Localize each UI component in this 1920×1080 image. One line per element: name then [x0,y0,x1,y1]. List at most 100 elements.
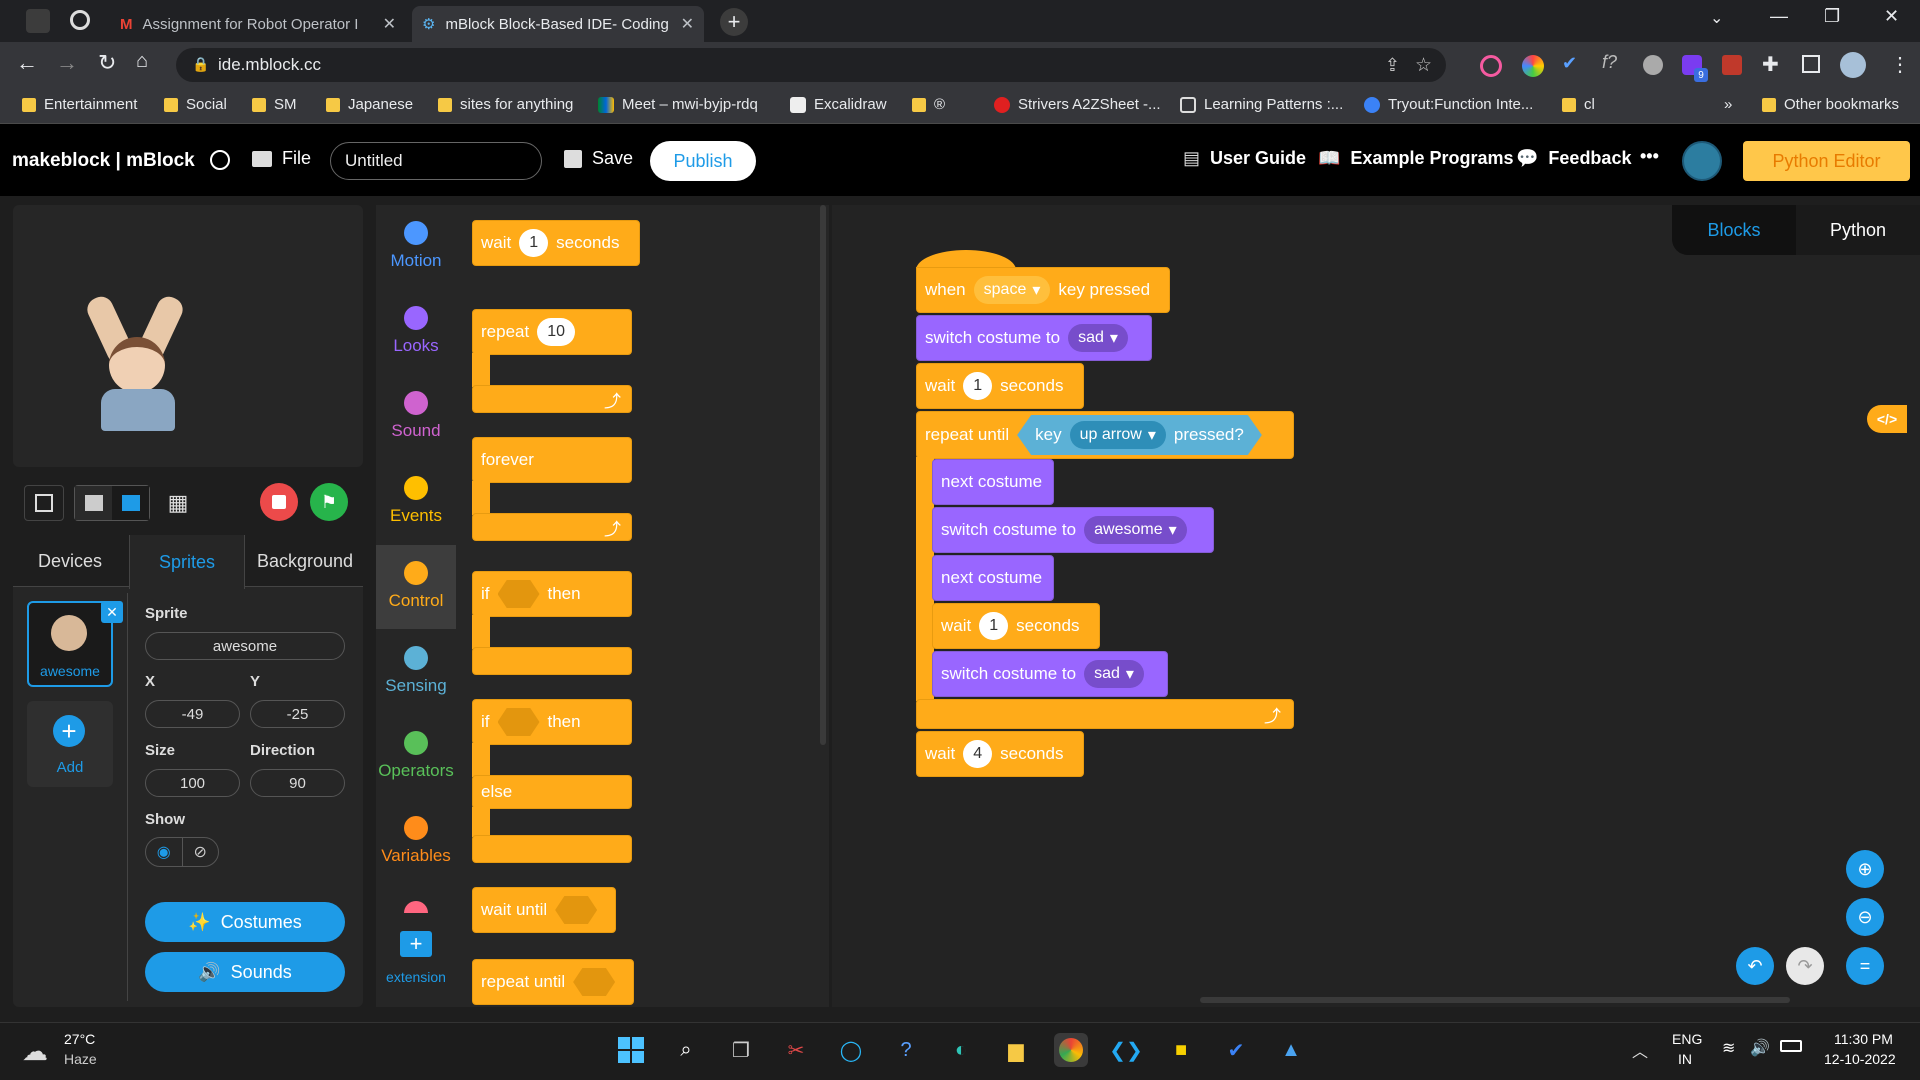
large-stage-icon[interactable] [112,486,149,520]
wifi-icon[interactable]: ≋ [1722,1038,1735,1058]
bookmark-item[interactable]: cl [1562,96,1595,113]
category-control[interactable]: Control [376,561,456,611]
tab-devices[interactable]: Devices [13,535,127,587]
brand-logo[interactable]: makeblock | mBlock [12,150,195,172]
robot-avatar[interactable] [1682,141,1722,181]
green-flag-button[interactable]: ⚑ [310,483,348,521]
menu-icon[interactable]: ⋮ [1890,52,1910,77]
x-input[interactable]: -49 [145,700,240,728]
grid-icon[interactable]: ▦ [160,485,196,521]
eye-off-icon[interactable]: ⊘ [183,838,219,866]
close-icon[interactable]: ✕ [681,14,694,34]
palette-forever-block[interactable]: forever [472,437,632,483]
share-icon[interactable]: ⇪ [1385,55,1400,76]
zoom-in-button[interactable]: ⊕ [1846,850,1884,888]
other-bookmarks[interactable]: Other bookmarks [1762,96,1899,113]
extension-icon[interactable] [1480,55,1502,77]
category-sound[interactable]: Sound [376,391,456,441]
search-icon[interactable]: ⌕ [669,1033,703,1067]
bookmark-item[interactable]: SM [252,96,297,113]
size-input[interactable]: 100 [145,769,240,797]
bookmark-item[interactable]: Meet – mwi-byjp-rdq [598,96,758,113]
extension-icon[interactable] [1722,55,1742,75]
python-editor-button[interactable]: Python Editor [1743,141,1910,181]
back-icon[interactable]: ← [16,50,38,76]
photos-icon[interactable]: ▲ [1274,1033,1308,1067]
tab-python[interactable]: Python [1796,205,1920,255]
start-icon[interactable] [614,1033,648,1067]
wait-input[interactable]: 1 [519,229,549,257]
sprite-image[interactable] [83,292,195,435]
costume-dropdown[interactable]: sad ▾ [1068,324,1128,352]
tab-gmail[interactable]: M Assignment for Robot Operator I ✕ [110,6,406,42]
stop-button[interactable] [260,483,298,521]
sticky-notes-icon[interactable]: ■ [1164,1033,1198,1067]
repeat-input[interactable]: 10 [537,318,575,346]
palette-scrollbar[interactable] [820,205,826,745]
zoom-reset-button[interactable]: = [1846,947,1884,985]
clock-time[interactable]: 11:30 PM [1834,1031,1893,1047]
condition-slot[interactable] [555,896,598,924]
publish-button[interactable]: Publish [650,141,756,181]
show-hidden-icons[interactable]: ︿ [1632,1038,1648,1062]
next-costume-block[interactable]: next costume [932,459,1054,505]
minimize-icon[interactable]: — [1770,6,1788,27]
palette-repeat-until-block[interactable]: repeat until [472,959,634,1005]
sensing-key-dropdown[interactable]: up arrow ▾ [1070,421,1166,449]
extension-button[interactable]: + extension [376,917,456,1007]
wait-block[interactable]: wait 4 seconds [916,731,1084,777]
edge-icon[interactable]: ◐ [944,1033,978,1067]
condition-slot[interactable] [497,580,540,608]
sprite-name-input[interactable]: awesome [145,632,345,660]
palette-if-then-block[interactable]: if then [472,571,632,617]
wait-input[interactable]: 1 [979,612,1009,640]
wait-input[interactable]: 4 [963,740,993,768]
reload-icon[interactable]: ↻ [98,50,116,76]
delete-sprite-icon[interactable]: ✕ [101,601,123,623]
file-explorer-icon[interactable]: ▆ [999,1033,1033,1067]
palette-wait-until-block[interactable]: wait until [472,887,616,933]
bookmark-item[interactable]: Excalidraw [790,96,887,113]
wait-input[interactable]: 1 [963,372,993,400]
switch-costume-block[interactable]: switch costume to awesome ▾ [932,507,1214,553]
zoom-out-button[interactable]: ⊖ [1846,898,1884,936]
new-tab-icon[interactable]: + [720,8,748,36]
volume-icon[interactable]: 🔊 [1750,1038,1770,1058]
repeat-until-block[interactable]: repeat until key up arrow ▾ pressed? [916,411,1294,459]
bookmark-item[interactable]: Strivers A2ZSheet -... [994,96,1161,113]
bookmark-item[interactable]: sites for anything [438,96,573,113]
category-motion[interactable]: Motion [376,221,456,271]
add-sprite-button[interactable]: + Add [27,701,113,787]
formula-icon[interactable]: f? [1602,52,1617,73]
help-icon[interactable]: ? [889,1033,923,1067]
profile-icon[interactable] [26,9,50,33]
avatar[interactable] [1840,52,1866,78]
bookmarks-overflow[interactable]: » [1724,96,1732,113]
user-guide-button[interactable]: ▤ User Guide [1183,148,1306,169]
project-name-input[interactable]: Untitled [330,142,542,180]
stage[interactable] [13,205,363,467]
bookmark-item[interactable]: Tryout:Function Inte... [1364,96,1533,113]
bookmark-item[interactable]: Entertainment [22,96,137,113]
example-programs-button[interactable]: 📖 Example Programs [1318,148,1514,169]
extension-icon[interactable] [1643,55,1663,75]
y-input[interactable]: -25 [250,700,345,728]
bookmark-item[interactable]: Japanese [326,96,413,113]
my-blocks-dot-icon[interactable] [404,901,428,913]
category-looks[interactable]: Looks [376,306,456,356]
cortana-icon[interactable]: ◯ [834,1033,868,1067]
address-bar[interactable]: 🔒 ide.mblock.cc ⇪ ☆ [176,48,1446,82]
sounds-button[interactable]: 🔊 Sounds [145,952,345,992]
undo-button[interactable]: ↶ [1736,947,1774,985]
home-icon[interactable]: ⌂ [136,50,148,73]
eye-icon[interactable]: ◉ [146,838,183,866]
fullscreen-button[interactable] [24,485,64,521]
maximize-icon[interactable]: ❐ [1824,6,1840,27]
feedback-button[interactable]: 💬 Feedback [1516,148,1631,169]
category-sensing[interactable]: Sensing [376,646,456,696]
condition-slot[interactable] [497,708,540,736]
color-picker-icon[interactable] [1522,55,1544,77]
redo-button[interactable]: ↷ [1786,947,1824,985]
tab-blocks[interactable]: Blocks [1672,205,1796,255]
snipping-tool-icon[interactable]: ✂ [779,1033,813,1067]
